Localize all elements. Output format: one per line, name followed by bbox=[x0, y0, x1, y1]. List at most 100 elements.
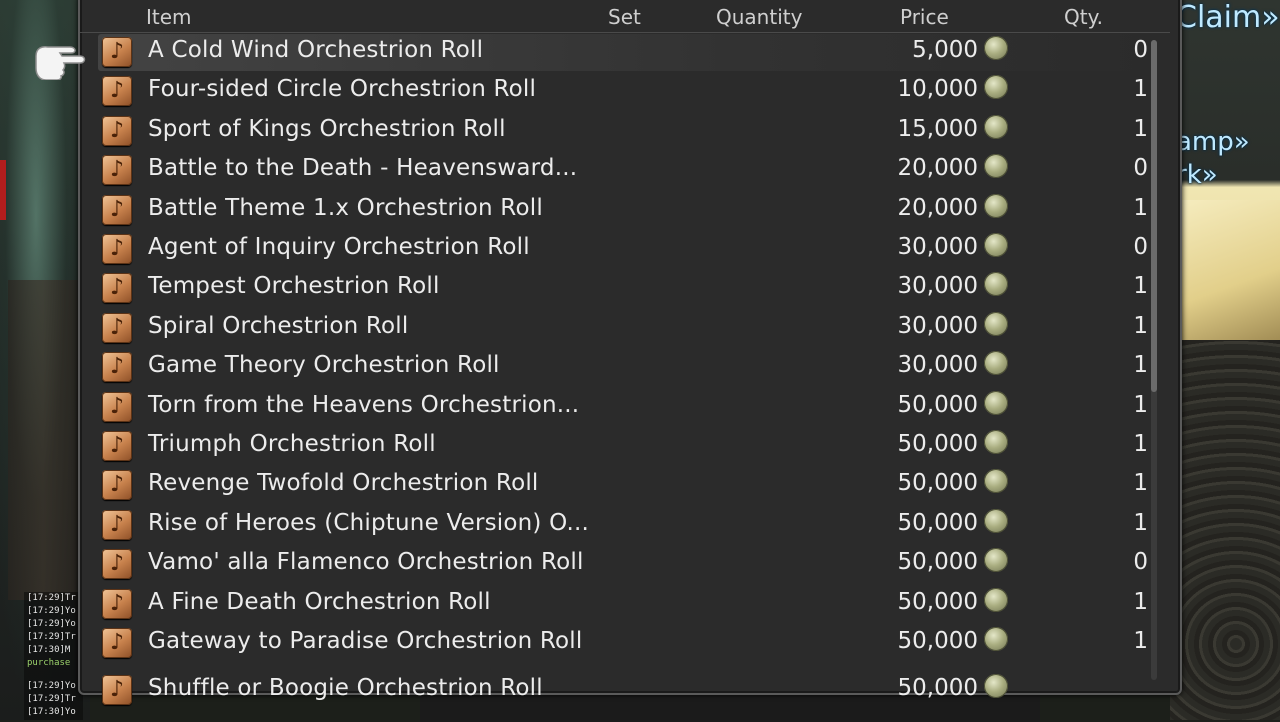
orchestrion-roll-icon: ♪ bbox=[102, 431, 132, 461]
npc-nameplate: Claim» bbox=[1176, 0, 1280, 35]
shop-item-row[interactable]: ♪ Shuffle or Boogie Orchestrion Roll 50,00… bbox=[98, 672, 1148, 709]
chat-line: [17:30]M bbox=[27, 645, 71, 655]
pointer-hand-icon bbox=[35, 46, 86, 80]
chat-line: [17:29]Tr bbox=[27, 694, 76, 704]
item-qty-owned: 1 bbox=[1133, 352, 1148, 379]
item-price: 50,000 bbox=[897, 509, 978, 536]
item-price: 20,000 bbox=[897, 194, 978, 221]
shop-item-row[interactable]: ♪ A Cold Wind Orchestrion Roll 5,000 0 bbox=[98, 34, 1148, 71]
item-name: Triumph Orchestrion Roll bbox=[148, 431, 436, 457]
item-price: 50,000 bbox=[897, 675, 978, 702]
item-name: Vamo' alla Flamenco Orchestrion Roll bbox=[148, 549, 584, 576]
column-set[interactable]: Set bbox=[608, 5, 641, 29]
item-qty-owned: 1 bbox=[1133, 115, 1148, 142]
column-quantity[interactable]: Quantity bbox=[716, 5, 802, 29]
shop-window: Item Set Quantity Price Qty. ♪ A Cold Win… bbox=[78, 0, 1182, 706]
item-name: Shuffle or Boogie Orchestrion Roll bbox=[148, 675, 543, 702]
gil-coin-icon bbox=[984, 193, 1008, 218]
item-name: Sport of Kings Orchestrion Roll bbox=[148, 115, 506, 142]
orchestrion-roll-icon: ♪ bbox=[102, 37, 132, 67]
orchestrion-roll-icon: ♪ bbox=[102, 194, 132, 225]
orchestrion-roll-icon: ♪ bbox=[102, 675, 132, 706]
column-header: Item Set Quantity Price Qty. bbox=[80, 0, 1170, 33]
item-name: A Cold Wind Orchestrion Roll bbox=[148, 37, 484, 63]
orchestrion-roll-icon: ♪ bbox=[102, 76, 132, 107]
gil-coin-icon bbox=[984, 311, 1008, 336]
item-name: Torn from the Heavens Orchestrion... bbox=[148, 391, 580, 418]
shop-item-row[interactable]: ♪ Vamo' alla Flamenco Orchestrion Roll 50,… bbox=[98, 546, 1148, 583]
gil-coin-icon bbox=[984, 627, 1008, 651]
gil-coin-icon bbox=[984, 272, 1008, 297]
item-qty-owned: 0 bbox=[1133, 37, 1148, 63]
shop-item-row[interactable]: ♪ Game Theory Orchestrion Roll 30,000 1 bbox=[98, 349, 1148, 386]
chat-log[interactable]: [17:29]Tr [17:29]Yo [17:29]Yo [17:29]Tr … bbox=[24, 592, 83, 720]
world-pillar bbox=[8, 280, 78, 600]
column-item[interactable]: Item bbox=[146, 5, 192, 29]
shop-item-row[interactable]: ♪ A Fine Death Orchestrion Roll 50,000 1 bbox=[98, 586, 1148, 623]
item-name: A Fine Death Orchestrion Roll bbox=[148, 588, 491, 615]
gil-coin-icon bbox=[984, 75, 1008, 100]
chat-line: purchase bbox=[27, 658, 71, 668]
gil-coin-icon bbox=[984, 430, 1008, 454]
item-qty-owned: 1 bbox=[1133, 273, 1148, 300]
game-world-right bbox=[1170, 0, 1280, 720]
item-qty-owned: 0 bbox=[1133, 155, 1148, 182]
world-floor bbox=[1170, 340, 1280, 720]
item-qty-owned: 1 bbox=[1133, 391, 1148, 418]
item-name: Gateway to Paradise Orchestrion Roll bbox=[148, 628, 583, 654]
gil-coin-icon bbox=[984, 351, 1008, 376]
gil-coin-icon bbox=[984, 233, 1008, 257]
shop-item-row[interactable]: ♪ Four-sided Circle Orchestrion Roll 10,00… bbox=[98, 73, 1148, 110]
orchestrion-roll-icon: ♪ bbox=[102, 115, 132, 146]
orchestrion-roll-icon: ♪ bbox=[102, 549, 132, 580]
item-price: 5,000 bbox=[912, 37, 978, 63]
item-name: Revenge Twofold Orchestrion Roll bbox=[148, 470, 539, 497]
shop-item-row[interactable]: ♪ Sport of Kings Orchestrion Roll 15,000 1 bbox=[98, 113, 1148, 150]
item-price: 20,000 bbox=[897, 155, 978, 182]
shop-item-row[interactable]: ♪ Torn from the Heavens Orchestrion... 50,… bbox=[98, 389, 1148, 426]
item-price: 50,000 bbox=[897, 628, 978, 654]
orchestrion-roll-icon: ♪ bbox=[102, 588, 132, 619]
gil-coin-icon bbox=[984, 587, 1008, 612]
world-table bbox=[1170, 200, 1280, 340]
item-qty-owned: 1 bbox=[1133, 76, 1148, 103]
shop-item-row[interactable]: ♪ Triumph Orchestrion Roll 50,000 1 bbox=[98, 428, 1148, 465]
shop-item-row[interactable]: ♪ Agent of Inquiry Orchestrion Roll 30,000… bbox=[98, 231, 1148, 268]
orchestrion-roll-icon: ♪ bbox=[102, 352, 132, 383]
gil-coin-icon bbox=[984, 469, 1008, 494]
orchestrion-roll-icon: ♪ bbox=[102, 312, 132, 343]
item-name: Four-sided Circle Orchestrion Roll bbox=[148, 76, 537, 103]
shop-item-row[interactable]: ♪ Battle to the Death - Heavensward... 20,… bbox=[98, 152, 1148, 189]
item-name: Game Theory Orchestrion Roll bbox=[148, 352, 500, 379]
gil-coin-icon bbox=[984, 154, 1008, 179]
shop-item-row[interactable]: ♪ Revenge Twofold Orchestrion Roll 50,000 1 bbox=[98, 467, 1148, 504]
orchestrion-roll-icon: ♪ bbox=[102, 628, 132, 658]
shop-item-row[interactable]: ♪ Tempest Orchestrion Roll 30,000 1 bbox=[98, 270, 1148, 307]
chat-line: [17:29]Tr bbox=[27, 593, 76, 603]
item-name: Rise of Heroes (Chiptune Version) O... bbox=[148, 509, 590, 536]
shop-item-row[interactable]: ♪ Gateway to Paradise Orchestrion Roll 50,… bbox=[98, 625, 1148, 662]
orchestrion-roll-icon: ♪ bbox=[102, 391, 132, 422]
shop-item-row[interactable]: ♪ Spiral Orchestrion Roll 30,000 1 bbox=[98, 310, 1148, 347]
item-price: 30,000 bbox=[897, 352, 978, 379]
chat-line: [17:30]Yo bbox=[27, 707, 76, 717]
item-qty-owned: 1 bbox=[1133, 588, 1148, 615]
item-qty-owned: 0 bbox=[1133, 549, 1148, 576]
item-name: Tempest Orchestrion Roll bbox=[148, 273, 440, 300]
gil-coin-icon bbox=[984, 114, 1008, 139]
chat-line: [17:29]Yo bbox=[27, 681, 76, 691]
orchestrion-roll-icon: ♪ bbox=[102, 470, 132, 501]
item-name: Battle to the Death - Heavensward... bbox=[148, 155, 578, 182]
scrollbar-thumb[interactable] bbox=[1151, 40, 1157, 392]
item-price: 50,000 bbox=[897, 549, 978, 576]
gil-coin-icon bbox=[984, 548, 1008, 573]
item-price: 50,000 bbox=[897, 470, 978, 497]
column-qty-owned[interactable]: Qty. bbox=[1064, 5, 1103, 29]
column-price[interactable]: Price bbox=[900, 5, 949, 29]
item-price: 30,000 bbox=[897, 273, 978, 300]
npc-nameplate: amp» bbox=[1176, 127, 1250, 157]
shop-item-row[interactable]: ♪ Rise of Heroes (Chiptune Version) O... 5… bbox=[98, 507, 1148, 544]
item-qty-owned: 0 bbox=[1133, 234, 1148, 260]
shop-item-row[interactable]: ♪ Battle Theme 1.x Orchestrion Roll 20,000… bbox=[98, 192, 1148, 229]
item-qty-owned: 1 bbox=[1133, 194, 1148, 221]
